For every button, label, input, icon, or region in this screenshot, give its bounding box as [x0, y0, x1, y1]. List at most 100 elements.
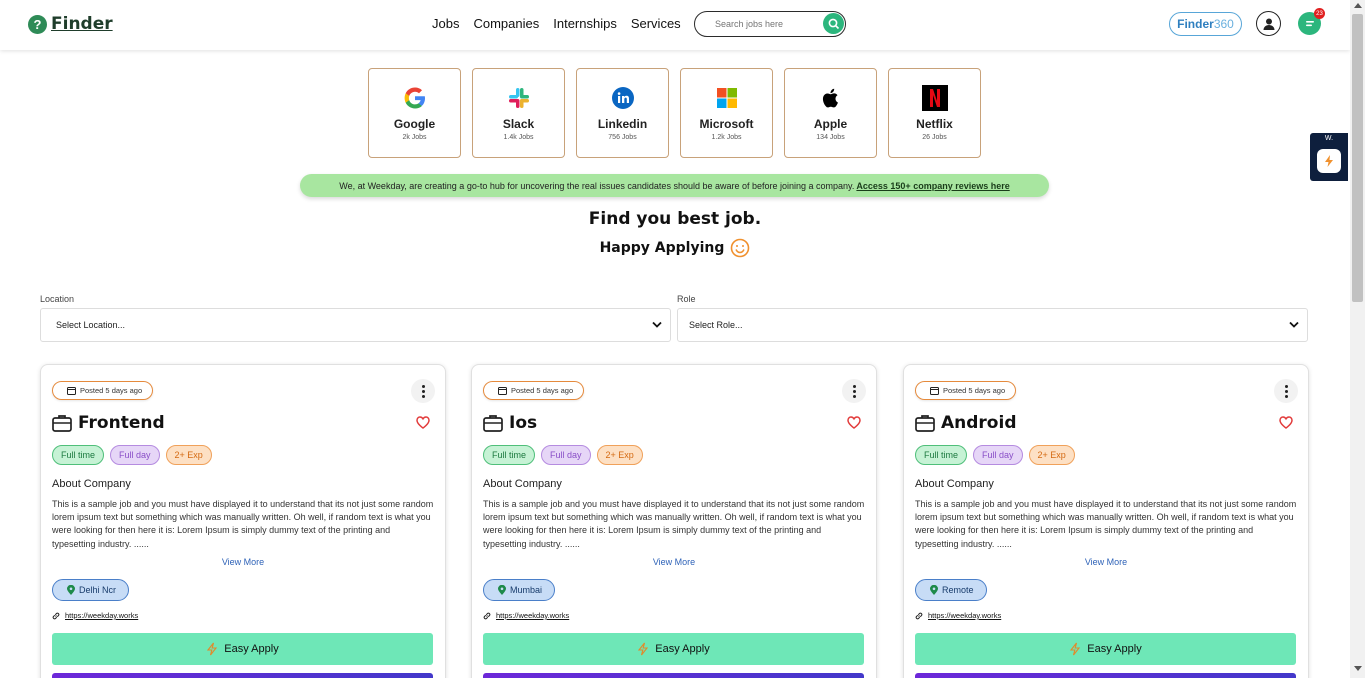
easy-apply-button[interactable]: Easy Apply: [52, 633, 433, 665]
company-link[interactable]: https://weekday.works: [483, 611, 569, 620]
chevron-down-icon: [652, 321, 662, 328]
finder360-button[interactable]: Finder 360: [1169, 12, 1242, 36]
tag-schedule: Full day: [541, 445, 591, 465]
job-title: Android: [941, 413, 1017, 433]
smile-icon: [731, 238, 750, 258]
job-tags: Full time Full day 2+ Exp: [915, 445, 1075, 465]
finder360-number: 360: [1213, 17, 1234, 31]
search-button[interactable]: [823, 13, 844, 34]
microsoft-icon: [714, 85, 740, 111]
notifications-button[interactable]: 23: [1298, 8, 1325, 35]
heart-icon[interactable]: [1279, 416, 1293, 429]
scroll-down-arrow-icon[interactable]: [1354, 666, 1362, 671]
posted-text: Posted 5 days ago: [80, 386, 143, 395]
location-text: Mumbai: [510, 585, 543, 595]
page-subtitle: Happy Applying: [0, 238, 1350, 258]
company-name: Linkedin: [597, 117, 648, 131]
tag-employment-type: Full time: [52, 445, 105, 465]
location-text: Delhi Ncr: [79, 585, 117, 595]
nav-services[interactable]: Services: [631, 16, 681, 31]
referral-button[interactable]: [915, 673, 1296, 678]
company-card-netflix[interactable]: Netflix 26 Jobs: [888, 68, 981, 158]
easy-apply-label: Easy Apply: [655, 643, 710, 655]
company-job-count: 1.4k Jobs: [503, 134, 534, 141]
logo-text: Finder: [51, 14, 113, 34]
top-header: ? Finder Jobs Companies Internships Serv…: [0, 0, 1350, 50]
company-card-microsoft[interactable]: Microsoft 1.2k Jobs: [680, 68, 773, 158]
easy-apply-button[interactable]: Easy Apply: [915, 633, 1296, 665]
user-icon: [1263, 18, 1274, 30]
page-title: Find you best job.: [588, 209, 762, 229]
page: ? Finder Jobs Companies Internships Serv…: [0, 0, 1365, 678]
profile-button[interactable]: [1256, 11, 1281, 36]
company-link[interactable]: https://weekday.works: [52, 611, 138, 620]
referral-button[interactable]: [52, 673, 433, 678]
company-card-google[interactable]: Google 2k Jobs: [368, 68, 461, 158]
job-title-row: Android: [915, 413, 1017, 433]
apple-icon: [818, 85, 844, 111]
company-link-text: https://weekday.works: [65, 611, 139, 620]
company-name: Slack: [502, 117, 535, 131]
floating-widget[interactable]: W.: [1310, 133, 1348, 181]
nav-companies[interactable]: Companies: [473, 16, 539, 31]
location-pin-icon: [498, 585, 506, 595]
easy-apply-button[interactable]: Easy Apply: [483, 633, 864, 665]
scrollbar-thumb[interactable]: [1352, 14, 1363, 302]
scroll-up-arrow-icon[interactable]: [1354, 3, 1362, 8]
link-icon: [52, 612, 60, 619]
more-options-button[interactable]: [1274, 379, 1298, 403]
referral-button[interactable]: [483, 673, 864, 678]
search-input[interactable]: [715, 19, 815, 29]
tag-employment-type: Full time: [915, 445, 968, 465]
role-label: Role: [677, 294, 696, 304]
company-card-linkedin[interactable]: Linkedin 756 Jobs: [576, 68, 669, 158]
view-more-link[interactable]: View More: [904, 557, 1308, 567]
location-badge: Remote: [915, 579, 987, 601]
calendar-icon: [930, 387, 939, 395]
search-box: [694, 11, 846, 37]
banner-link[interactable]: Access 150+ company reviews here: [856, 181, 1009, 191]
location-text: Remote: [942, 585, 974, 595]
widget-label: W.: [1324, 135, 1334, 142]
location-badge: Mumbai: [483, 579, 556, 601]
tag-schedule: Full day: [110, 445, 160, 465]
job-description: This is a sample job and you must have d…: [483, 499, 865, 549]
more-options-button[interactable]: [411, 379, 435, 403]
company-job-count: 26 Jobs: [922, 134, 947, 141]
location-badge: Delhi Ncr: [52, 579, 130, 601]
job-description: This is a sample job and you must have d…: [915, 499, 1297, 549]
view-more-link[interactable]: View More: [41, 557, 445, 567]
company-link-text: https://weekday.works: [496, 611, 570, 620]
more-options-button[interactable]: [842, 379, 866, 403]
location-select[interactable]: Select Location...: [40, 308, 671, 342]
notification-badge: 23: [1314, 8, 1325, 19]
company-job-count: 756 Jobs: [608, 134, 637, 141]
tag-experience: 2+ Exp: [596, 445, 643, 465]
company-card-apple[interactable]: Apple 134 Jobs: [784, 68, 877, 158]
job-card: Posted 5 days ago Ios Full time Full day…: [471, 364, 877, 678]
location-pin-icon: [930, 585, 938, 595]
job-card: Posted 5 days ago Frontend Full time Ful…: [40, 364, 446, 678]
nav-jobs[interactable]: Jobs: [432, 16, 459, 31]
about-company-heading: About Company: [52, 478, 131, 490]
job-card: Posted 5 days ago Android Full time Full…: [903, 364, 1309, 678]
company-link[interactable]: https://weekday.works: [915, 611, 1001, 620]
main-nav: Jobs Companies Internships Services: [432, 16, 681, 31]
slack-icon: [506, 85, 532, 111]
nav-internships[interactable]: Internships: [553, 16, 617, 31]
reviews-banner: We, at Weekday, are creating a go-to hub…: [300, 174, 1049, 197]
job-title: Frontend: [78, 413, 165, 433]
company-list: Google 2k Jobs Slack 1.4k Jobs Linkedin …: [368, 68, 981, 158]
page-scrollbar[interactable]: [1350, 0, 1365, 678]
calendar-icon: [498, 387, 507, 395]
heart-icon[interactable]: [416, 416, 430, 429]
bolt-icon: [1317, 149, 1341, 173]
company-card-slack[interactable]: Slack 1.4k Jobs: [472, 68, 565, 158]
view-more-link[interactable]: View More: [472, 557, 876, 567]
job-description: This is a sample job and you must have d…: [52, 499, 434, 549]
role-select-value: Select Role...: [689, 320, 743, 330]
posted-text: Posted 5 days ago: [511, 386, 574, 395]
heart-icon[interactable]: [847, 416, 861, 429]
logo[interactable]: ? Finder: [28, 14, 113, 34]
role-select[interactable]: Select Role...: [677, 308, 1308, 342]
